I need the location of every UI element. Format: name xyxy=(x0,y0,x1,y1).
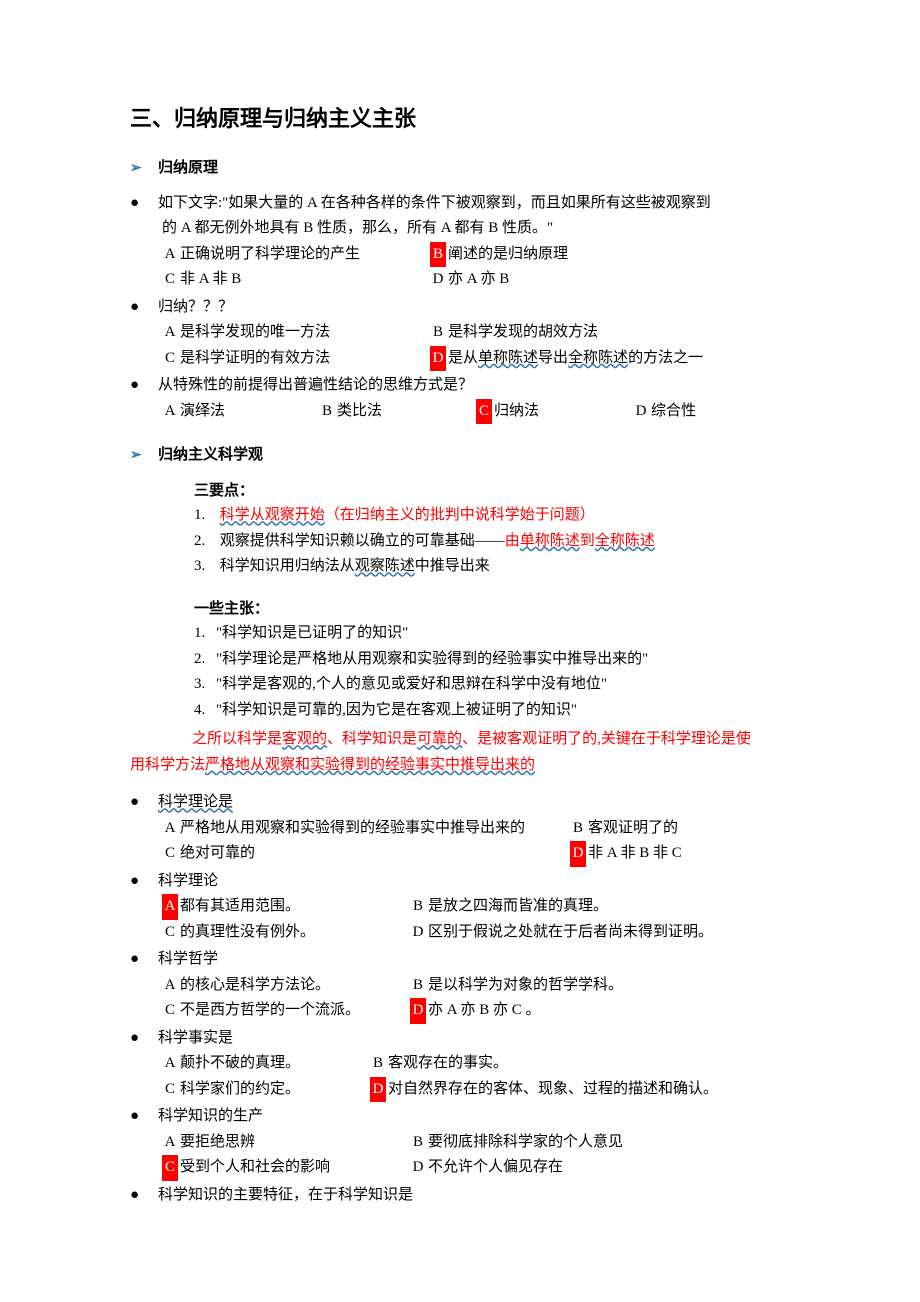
bullet-icon: ● xyxy=(130,790,144,816)
s3q6: ●科学知识的主要特征，在于科学知识是 xyxy=(130,1183,790,1209)
answer-D: D xyxy=(430,346,446,372)
q1: ●如下文字:"如果大量的 A 在各种各样的条件下被观察到，而且如果所有这些被观察… xyxy=(130,191,790,293)
s3q2: ●科学理论 A都有其适用范围。 B是放之四海而皆准的真理。 C的真理性没有例外。… xyxy=(130,869,790,946)
answer-B: B xyxy=(430,242,446,268)
bullet-icon: ● xyxy=(130,1183,144,1209)
bullet-icon: ● xyxy=(130,191,144,217)
bullet-icon: ● xyxy=(130,295,144,321)
arrow-icon: ➢ xyxy=(130,156,144,180)
answer-C: C xyxy=(162,1155,178,1181)
answer-A: A xyxy=(162,894,178,920)
page-title: 三、归纳原理与归纳主义主张 xyxy=(130,100,790,137)
answer-C: C xyxy=(476,399,492,425)
s3q3: ●科学哲学 A的核心是科学方法论。 B是以科学为对象的哲学学科。 C不是西方哲学… xyxy=(130,947,790,1024)
q3: ●从特殊性的前提得出普遍性结论的思维方式是？ A演绎法 B类比法 C归纳法 D综… xyxy=(130,373,790,424)
answer-D: D xyxy=(410,998,426,1024)
bullet-icon: ● xyxy=(130,947,144,973)
answer-D: D xyxy=(570,841,586,867)
bullet-icon: ● xyxy=(130,869,144,895)
section-header-view: ➢归纳主义科学观 xyxy=(130,442,790,468)
bullet-icon: ● xyxy=(130,373,144,399)
answer-D: D xyxy=(370,1077,386,1103)
q2: ●归纳？？？ A是科学发现的唯一方法 B是科学发现的胡效方法 C是科学证明的有效… xyxy=(130,295,790,372)
arrow-icon: ➢ xyxy=(130,443,144,467)
claims: 一些主张： 1."科学知识是已证明了的知识" 2."科学理论是严格地从用观察和实… xyxy=(194,596,790,724)
s3q4: ●科学事实是 A颠扑不破的真理。 B客观存在的事实。 C科学家们的约定。 D对自… xyxy=(130,1026,790,1103)
section-header-principle: ➢归纳原理 xyxy=(130,155,790,181)
three-points: 三要点： 1. 科学从观察开始（在归纳主义的批判中说科学始于问题） 2. 观察提… xyxy=(194,478,790,580)
bullet-icon: ● xyxy=(130,1026,144,1052)
bullet-icon: ● xyxy=(130,1104,144,1130)
s3q1: ●科学理论是 A严格地从用观察和实验得到的经验事实中推导出来的 B客观证明了的 … xyxy=(130,790,790,867)
s3q5: ●科学知识的生产 A要拒绝思辨 B要彻底排除科学家的个人意见 C受到个人和社会的… xyxy=(130,1104,790,1181)
summary-paragraph: 之所以科学是客观的、科学知识是可靠的、是被客观证明了的,关键在于科学理论是使 用… xyxy=(162,727,790,778)
